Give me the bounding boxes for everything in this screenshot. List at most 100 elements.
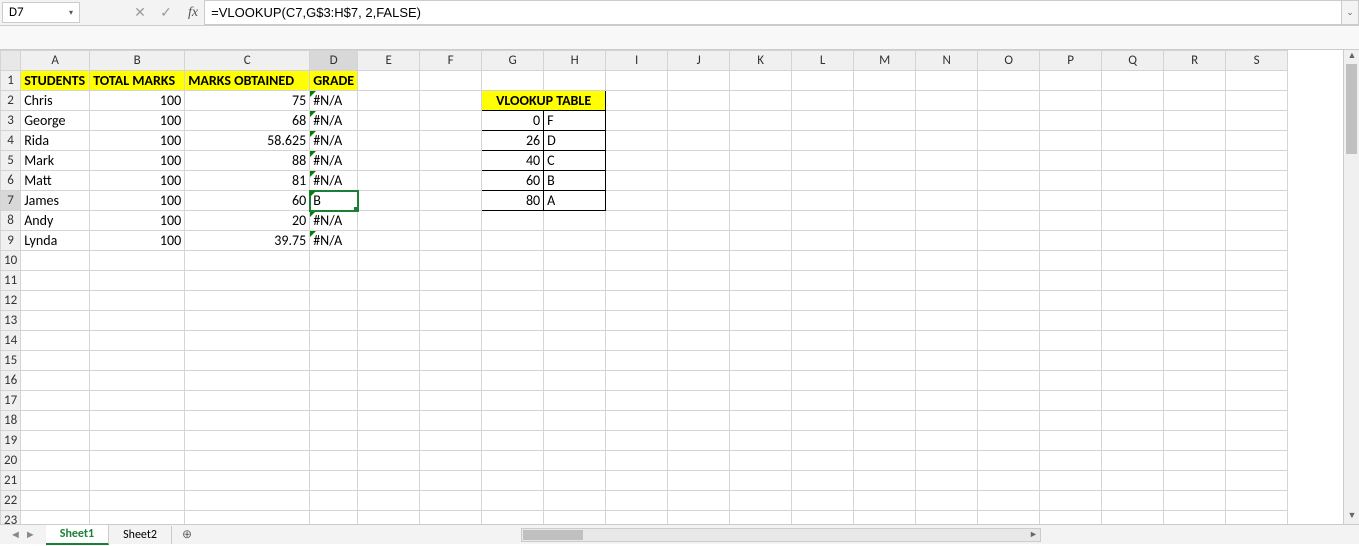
cell-I16[interactable] <box>606 371 668 391</box>
cell-L9[interactable] <box>792 231 854 251</box>
cell-O3[interactable] <box>978 111 1040 131</box>
cell-Q5[interactable] <box>1102 151 1164 171</box>
cell-G6[interactable]: 60 <box>482 171 544 191</box>
row-header-19[interactable]: 19 <box>1 431 21 451</box>
cell-R2[interactable] <box>1164 91 1226 111</box>
cell-R11[interactable] <box>1164 271 1226 291</box>
cell-H6[interactable]: B <box>544 171 606 191</box>
cell-C1[interactable]: MARKS OBTAINED <box>185 71 310 91</box>
cell-K17[interactable] <box>730 391 792 411</box>
cell-N15[interactable] <box>916 351 978 371</box>
row-header-4[interactable]: 4 <box>1 131 21 151</box>
cell-H19[interactable] <box>544 431 606 451</box>
cell-H1[interactable] <box>544 71 606 91</box>
cell-A18[interactable] <box>21 411 90 431</box>
cell-J9[interactable] <box>668 231 730 251</box>
select-all-corner[interactable] <box>1 51 21 71</box>
cell-F11[interactable] <box>420 271 482 291</box>
cell-G8[interactable] <box>482 211 544 231</box>
cell-S2[interactable] <box>1226 91 1288 111</box>
cell-K6[interactable] <box>730 171 792 191</box>
cell-H22[interactable] <box>544 491 606 511</box>
cell-R22[interactable] <box>1164 491 1226 511</box>
cell-L8[interactable] <box>792 211 854 231</box>
cell-L23[interactable] <box>792 511 854 525</box>
cell-M5[interactable] <box>854 151 916 171</box>
cell-K14[interactable] <box>730 331 792 351</box>
cell-R9[interactable] <box>1164 231 1226 251</box>
cell-G1[interactable] <box>482 71 544 91</box>
row-header-7[interactable]: 7 <box>1 191 21 211</box>
cell-A12[interactable] <box>21 291 90 311</box>
cell-M21[interactable] <box>854 471 916 491</box>
cell-I4[interactable] <box>606 131 668 151</box>
cell-B12[interactable] <box>90 291 185 311</box>
cell-A16[interactable] <box>21 371 90 391</box>
column-header-D[interactable]: D <box>310 51 358 71</box>
cell-J18[interactable] <box>668 411 730 431</box>
cell-K8[interactable] <box>730 211 792 231</box>
cell-C17[interactable] <box>185 391 310 411</box>
cell-P3[interactable] <box>1040 111 1102 131</box>
cell-E11[interactable] <box>358 271 420 291</box>
cell-M1[interactable] <box>854 71 916 91</box>
cell-P8[interactable] <box>1040 211 1102 231</box>
cell-Q12[interactable] <box>1102 291 1164 311</box>
cell-E3[interactable] <box>358 111 420 131</box>
cell-J21[interactable] <box>668 471 730 491</box>
column-header-M[interactable]: M <box>854 51 916 71</box>
cell-P22[interactable] <box>1040 491 1102 511</box>
cell-P4[interactable] <box>1040 131 1102 151</box>
cell-Q11[interactable] <box>1102 271 1164 291</box>
cell-G21[interactable] <box>482 471 544 491</box>
cell-M6[interactable] <box>854 171 916 191</box>
tab-sheet2[interactable]: Sheet2 <box>109 526 172 544</box>
cell-O13[interactable] <box>978 311 1040 331</box>
cell-S9[interactable] <box>1226 231 1288 251</box>
cell-A20[interactable] <box>21 451 90 471</box>
cell-F22[interactable] <box>420 491 482 511</box>
cell-M17[interactable] <box>854 391 916 411</box>
cell-C10[interactable] <box>185 251 310 271</box>
cell-C5[interactable]: 88 <box>185 151 310 171</box>
cell-G2[interactable]: VLOOKUP TABLE <box>482 91 606 111</box>
cell-K7[interactable] <box>730 191 792 211</box>
cell-O18[interactable] <box>978 411 1040 431</box>
cell-C19[interactable] <box>185 431 310 451</box>
cell-K10[interactable] <box>730 251 792 271</box>
cell-O12[interactable] <box>978 291 1040 311</box>
cell-J19[interactable] <box>668 431 730 451</box>
cell-R16[interactable] <box>1164 371 1226 391</box>
cell-G23[interactable] <box>482 511 544 525</box>
cell-E7[interactable] <box>358 191 420 211</box>
cell-K12[interactable] <box>730 291 792 311</box>
cell-E2[interactable] <box>358 91 420 111</box>
cell-J2[interactable] <box>668 91 730 111</box>
cell-A9[interactable]: Lynda <box>21 231 90 251</box>
cell-C22[interactable] <box>185 491 310 511</box>
cell-C2[interactable]: 75 <box>185 91 310 111</box>
cell-R23[interactable] <box>1164 511 1226 525</box>
cell-D18[interactable] <box>310 411 358 431</box>
cell-L18[interactable] <box>792 411 854 431</box>
cell-B2[interactable]: 100 <box>90 91 185 111</box>
cell-F9[interactable] <box>420 231 482 251</box>
cell-D10[interactable] <box>310 251 358 271</box>
cell-E21[interactable] <box>358 471 420 491</box>
cell-H11[interactable] <box>544 271 606 291</box>
cell-O7[interactable] <box>978 191 1040 211</box>
cell-C18[interactable] <box>185 411 310 431</box>
cell-P19[interactable] <box>1040 431 1102 451</box>
cell-R6[interactable] <box>1164 171 1226 191</box>
cell-C21[interactable] <box>185 471 310 491</box>
cell-E9[interactable] <box>358 231 420 251</box>
cell-P21[interactable] <box>1040 471 1102 491</box>
cell-I6[interactable] <box>606 171 668 191</box>
cell-E23[interactable] <box>358 511 420 525</box>
cell-P23[interactable] <box>1040 511 1102 525</box>
column-header-R[interactable]: R <box>1164 51 1226 71</box>
cell-K11[interactable] <box>730 271 792 291</box>
cell-E1[interactable] <box>358 71 420 91</box>
cell-I8[interactable] <box>606 211 668 231</box>
cell-B20[interactable] <box>90 451 185 471</box>
